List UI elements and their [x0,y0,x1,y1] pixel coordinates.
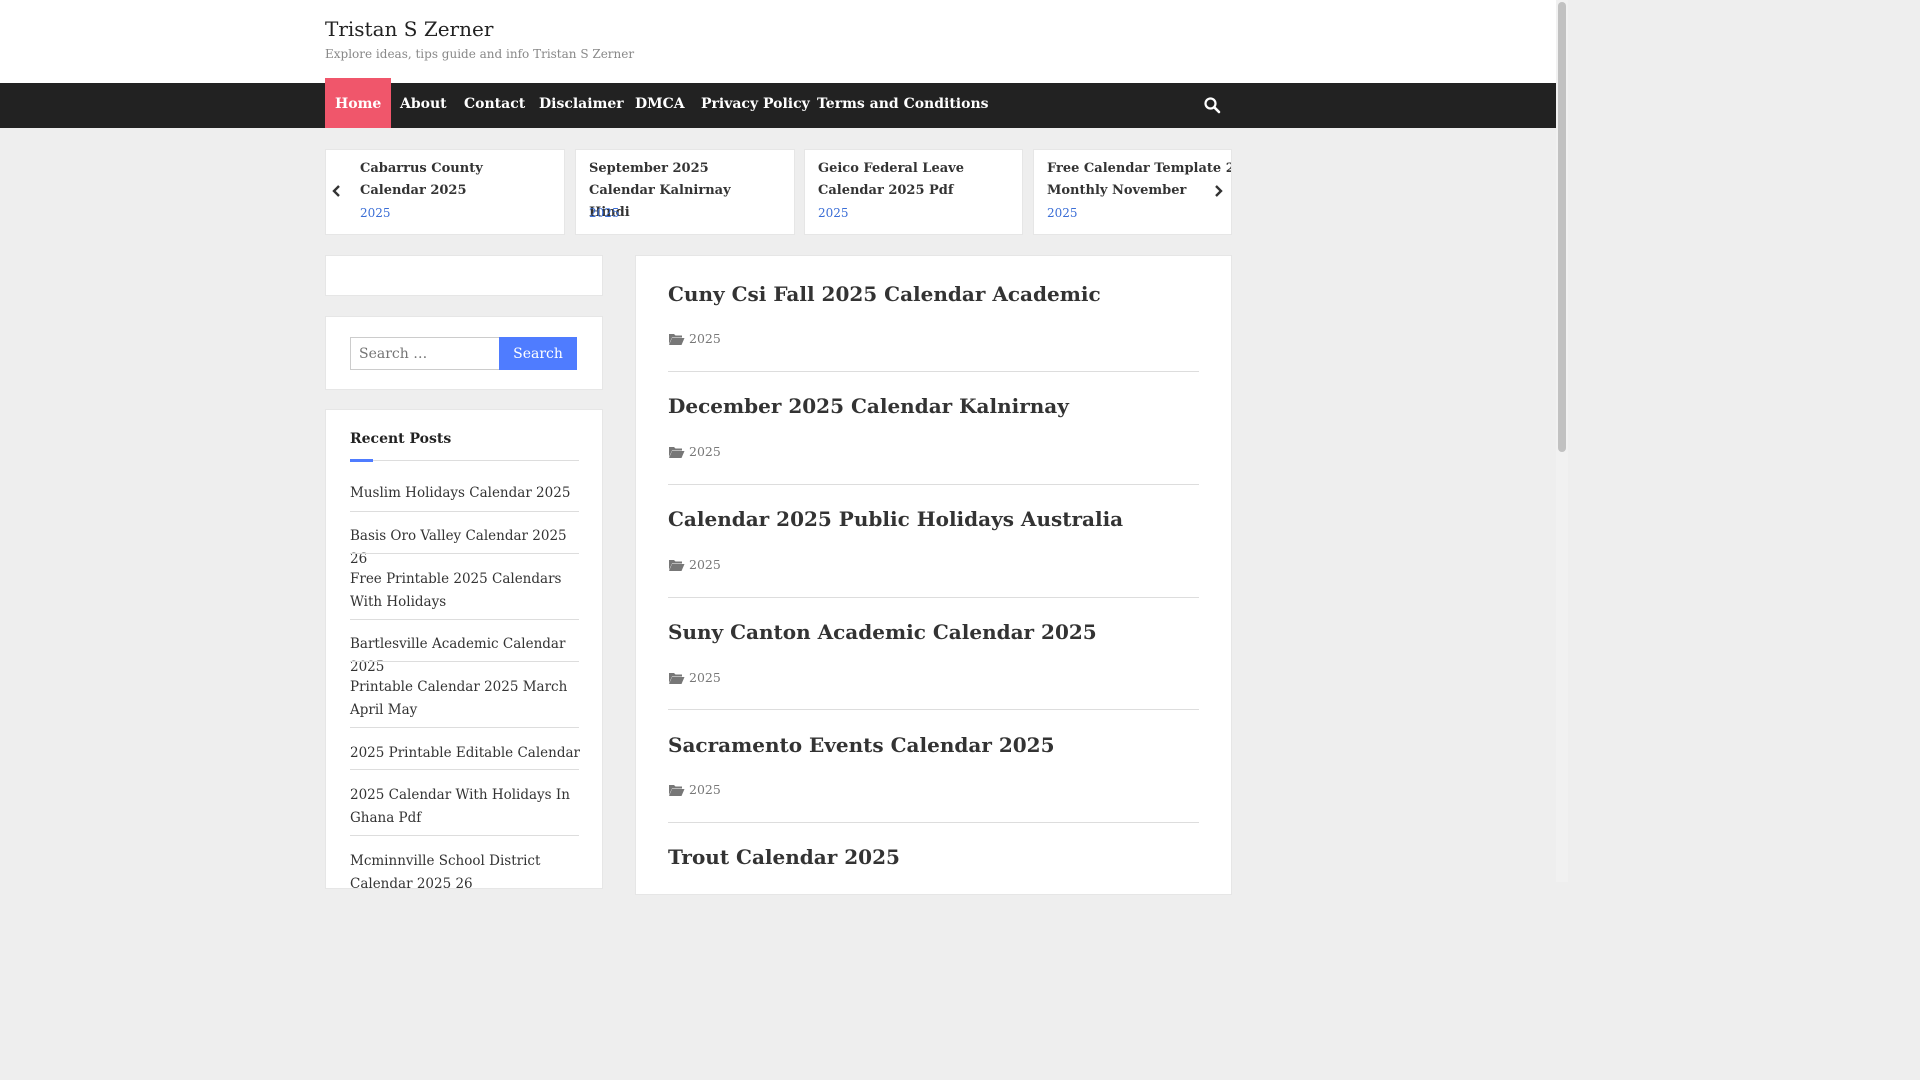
search-input[interactable] [350,337,500,370]
divider [668,371,1199,372]
ticker-category[interactable]: 2025 [818,206,849,220]
post-category-label[interactable]: 2025 [689,557,721,572]
divider [668,484,1199,485]
ticker-title[interactable]: Free Calendar Template 2025 Monthly Nove… [1047,158,1231,202]
divider [350,511,579,512]
search-widget: Search [325,316,603,390]
recent-post-link[interactable]: 2025 Printable Editable Calendar [350,742,580,765]
post-title[interactable]: Sacramento Events Calendar 2025 [668,733,1054,757]
nav-item-privacy-policy[interactable]: Privacy Policy [691,83,820,128]
folder-open-icon [669,334,685,345]
ticker-category[interactable]: 2025 [360,206,391,220]
heading-accent [350,459,373,462]
site-header: Tristan S Zerner Explore ideas, tips gui… [0,0,1556,83]
post-category-label[interactable]: 2025 [689,670,721,685]
post-category-label[interactable]: 2025 [689,444,721,459]
site-description: Explore ideas, tips guide and info Trist… [325,47,635,61]
recent-post-link[interactable]: Free Printable 2025 Calendars With Holid… [350,568,580,614]
divider [668,822,1199,823]
search-icon[interactable] [1203,96,1223,116]
post-category[interactable]: 2025 [668,331,721,346]
post-category[interactable]: 2025 [668,782,721,797]
nav-item-about[interactable]: About [390,83,457,128]
nav-item-dmca[interactable]: DMCA [625,83,695,128]
divider [350,769,579,770]
folder-open-icon [669,447,685,458]
post-title[interactable]: December 2025 Calendar Kalnirnay [668,394,1069,418]
post-category[interactable]: 2025 [668,557,721,572]
recent-posts-heading: Recent Posts [350,431,452,447]
nav-item-disclaimer[interactable]: Disclaimer [529,83,634,128]
recent-post-link[interactable]: Mcminnville School District Calendar 202… [350,850,580,896]
post-title[interactable]: Trout Calendar 2025 [668,845,900,869]
ticker-card[interactable]: September 2025 Calendar Kalnirnay Hindi … [575,149,795,235]
ticker-title[interactable]: Cabarrus County Calendar 2025 [360,158,545,202]
recent-post-link[interactable]: 2025 Calendar With Holidays In Ghana Pdf [350,784,580,830]
divider [668,597,1199,598]
site-title[interactable]: Tristan S Zerner [325,17,493,41]
chevron-left-icon[interactable] [329,183,345,199]
divider [668,709,1199,710]
search-button[interactable]: Search [499,337,577,370]
ticker-title[interactable]: Geico Federal Leave Calendar 2025 Pdf [818,158,1003,202]
recent-post-link[interactable]: Basis Oro Valley Calendar 2025 26 [350,525,580,571]
nav-item-home[interactable]: Home [325,78,392,128]
recent-post-link[interactable]: Bartlesville Academic Calendar 2025 [350,633,580,679]
divider [350,661,579,662]
recent-post-link[interactable]: Printable Calendar 2025 March April May [350,676,580,722]
post-category[interactable]: 2025 [668,444,721,459]
post-category-label[interactable]: 2025 [689,331,721,346]
post-category-label[interactable]: 2025 [689,782,721,797]
post-title[interactable]: Calendar 2025 Public Holidays Australia [668,507,1123,531]
heading-divider [350,460,579,461]
divider [350,727,579,728]
ticker-category[interactable]: 2025 [1047,206,1078,220]
empty-widget [325,255,603,296]
post-list: Cuny Csi Fall 2025 Calendar Academic 202… [635,255,1232,895]
ticker-card[interactable]: Cabarrus County Calendar 2025 2025 [325,149,565,235]
post-title[interactable]: Cuny Csi Fall 2025 Calendar Academic [668,282,1101,306]
main-navigation: Home About Contact Disclaimer DMCA Priva… [0,78,1556,128]
divider [350,835,579,836]
folder-open-icon [669,560,685,571]
post-title[interactable]: Suny Canton Academic Calendar 2025 [668,620,1097,644]
folder-open-icon [669,673,685,684]
post-category[interactable]: 2025 [668,670,721,685]
nav-item-contact[interactable]: Contact [454,83,535,128]
ticker-card[interactable]: Geico Federal Leave Calendar 2025 Pdf 20… [804,149,1023,235]
divider [350,619,579,620]
folder-open-icon [669,785,685,796]
ticker-card[interactable]: Free Calendar Template 2025 Monthly Nove… [1033,149,1232,235]
scrollbar[interactable] [1556,0,1568,882]
chevron-right-icon[interactable] [1212,183,1228,199]
ticker-category[interactable]: 2025 [589,206,620,220]
recent-post-link[interactable]: Muslim Holidays Calendar 2025 [350,482,580,505]
divider [350,553,579,554]
scrollbar-thumb[interactable] [1558,2,1566,452]
nav-item-terms[interactable]: Terms and Conditions [807,83,999,128]
recent-posts-widget: Recent Posts Muslim Holidays Calendar 20… [325,409,603,892]
